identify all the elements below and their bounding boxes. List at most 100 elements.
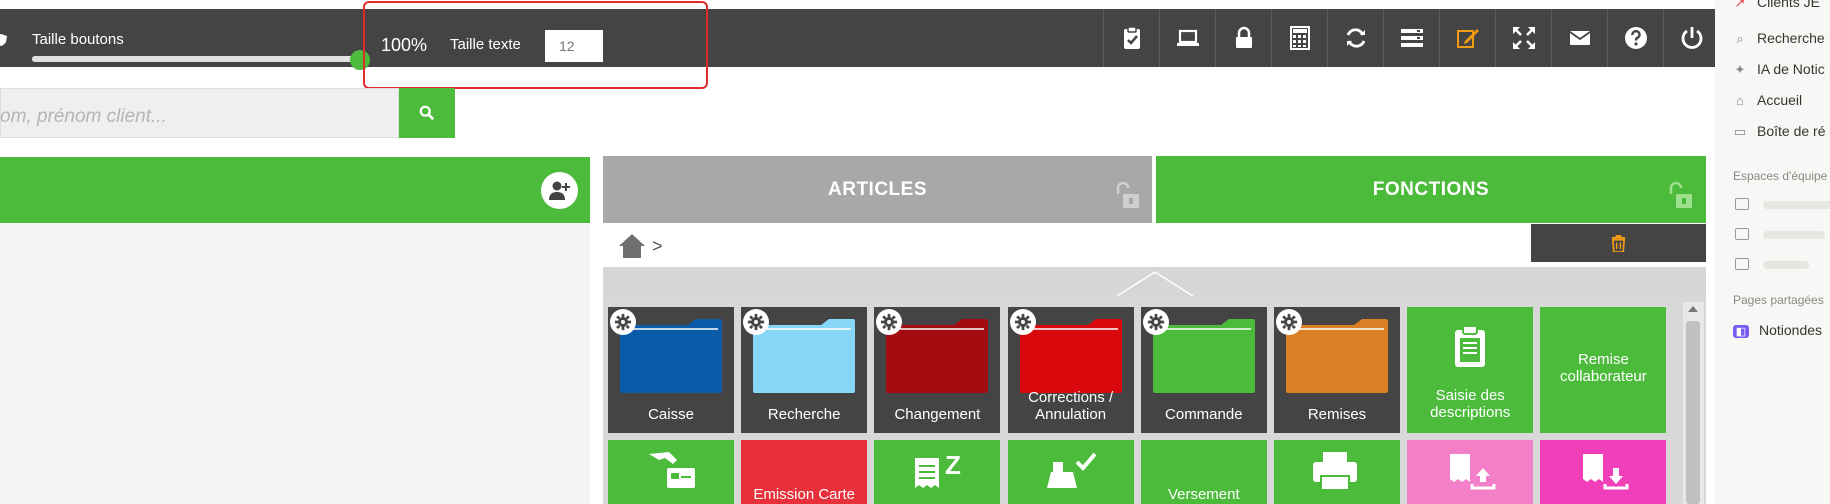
client-panel-header: [0, 157, 590, 223]
function-tile[interactable]: Remises: [1274, 307, 1400, 433]
function-tile[interactable]: Remise collaborateur: [1540, 307, 1667, 433]
tile-label: Emission Carte: [753, 486, 856, 503]
tile-icon: [1309, 448, 1361, 497]
teamspace-placeholder[interactable]: [1763, 261, 1809, 269]
gear-icon[interactable]: [1142, 309, 1169, 335]
function-tile[interactable]: [1274, 440, 1400, 504]
tile-label: Versement: [1167, 486, 1240, 503]
breadcrumb-separator: >: [652, 235, 663, 256]
envelope-icon[interactable]: [1551, 9, 1607, 67]
notion-sidebar: ↗ Clients JE ⌕ Recherche ✦ IA de Notic ⌂ Acc…: [1715, 0, 1830, 504]
folder-body: [1286, 329, 1388, 393]
expand-icon[interactable]: [1495, 9, 1551, 67]
client-panel-body: [0, 223, 590, 504]
notion-search[interactable]: ⌕ Recherche: [1733, 30, 1824, 47]
gear-icon[interactable]: [1276, 309, 1302, 335]
gear-icon[interactable]: [743, 309, 770, 335]
gear-glyph: [1280, 313, 1298, 331]
card-payment-glyph: [649, 452, 695, 488]
folder-body: [620, 329, 722, 393]
notion-shared-page[interactable]: ◧ Notiondes: [1733, 322, 1822, 338]
search-icon: [419, 105, 435, 121]
folder-body: [1019, 329, 1122, 393]
function-tile[interactable]: Z: [874, 440, 1001, 504]
receipt-upload-glyph: [1450, 454, 1496, 490]
clipboard-check-icon[interactable]: [1103, 9, 1159, 67]
cash-register-check-glyph: [1046, 452, 1097, 488]
tile-label: Saisie des descriptions: [1430, 387, 1511, 421]
function-tile[interactable]: Commande: [1140, 307, 1267, 433]
notion-top-item[interactable]: ↗ Clients JE: [1733, 0, 1820, 11]
delete-button[interactable]: [1531, 224, 1706, 262]
clipboard-icon: [1452, 325, 1488, 374]
trash-icon: [1611, 234, 1626, 252]
building-icon: [1735, 198, 1749, 210]
function-tile[interactable]: Recherche: [741, 307, 868, 433]
calculator-icon[interactable]: [1271, 9, 1327, 67]
tile-label: Remise collaborateur: [1560, 351, 1647, 385]
gear-glyph: [881, 313, 898, 331]
top-strip: [0, 0, 1715, 9]
scroll-thumb[interactable]: [1686, 321, 1700, 504]
tile-label: Changement: [894, 406, 981, 423]
gear-icon[interactable]: [1009, 309, 1036, 335]
scroll-up-arrow[interactable]: [1688, 306, 1698, 312]
folder-body: [886, 329, 989, 393]
search-button[interactable]: [399, 88, 455, 138]
shield-icon: [0, 33, 8, 47]
function-tile[interactable]: [1540, 440, 1667, 504]
tile-label: Commande: [1165, 406, 1243, 423]
gear-glyph: [748, 313, 765, 331]
highlight-box: [363, 1, 708, 89]
lock-icon[interactable]: [1215, 9, 1271, 67]
function-tile[interactable]: [1007, 440, 1134, 504]
sparkle-icon: ✦: [1734, 62, 1746, 77]
server-icon[interactable]: [1383, 9, 1439, 67]
grid-scroll-up-bar[interactable]: [603, 267, 1706, 297]
add-client-button[interactable]: [541, 172, 578, 209]
search-icon: ⌕: [1736, 31, 1744, 46]
edit-icon[interactable]: [1439, 9, 1495, 67]
teamspace-placeholder[interactable]: [1763, 201, 1830, 209]
laptop-icon[interactable]: [1159, 9, 1215, 67]
function-tile[interactable]: Versement: [1140, 440, 1267, 504]
pos-app: Taille boutons 100% Taille texte 12 om, …: [0, 0, 1830, 504]
question-icon[interactable]: [1607, 9, 1663, 67]
add-user-icon: [548, 181, 570, 200]
notion-section-shared: Pages partagées: [1733, 293, 1824, 307]
notion-home[interactable]: ⌂ Accueil: [1733, 92, 1802, 108]
notion-ai[interactable]: ✦ IA de Notic: [1733, 61, 1825, 78]
function-tile[interactable]: [1407, 440, 1534, 504]
tile-icon: [643, 448, 699, 497]
slider-fill: [32, 56, 362, 62]
tab-fonctions[interactable]: FONCTIONS: [1156, 156, 1706, 223]
notion-inbox[interactable]: ▭ Boîte de ré: [1733, 123, 1826, 140]
function-tile[interactable]: Saisie des descriptions: [1407, 307, 1534, 433]
printer-glyph: [1313, 452, 1357, 491]
power-icon[interactable]: [1663, 9, 1719, 67]
notion-section-teams: Espaces d'équipe: [1733, 169, 1828, 183]
home-icon[interactable]: [618, 233, 646, 259]
tile-icon: [1442, 448, 1498, 497]
tile-icon: [1575, 448, 1631, 497]
gear-icon[interactable]: [610, 309, 636, 335]
gear-glyph: [614, 313, 632, 331]
function-tile[interactable]: Emission Carte: [741, 440, 868, 504]
unlock-icon[interactable]: [1113, 181, 1143, 211]
function-tile[interactable]: Caisse: [608, 307, 734, 433]
teamspace-placeholder[interactable]: [1763, 231, 1825, 239]
folder-body: [753, 329, 856, 393]
client-search-placeholder: om, prénom client...: [0, 106, 167, 127]
unlock-icon[interactable]: [1666, 181, 1696, 211]
tab-articles[interactable]: ARTICLES: [603, 156, 1152, 223]
sync-icon[interactable]: [1327, 9, 1383, 67]
receipt-z-glyph: Z: [915, 450, 961, 488]
button-size-slider[interactable]: [32, 56, 362, 62]
breadcrumb: >: [618, 230, 663, 262]
function-tile[interactable]: Changement: [874, 307, 1001, 433]
function-tile[interactable]: [608, 440, 734, 504]
inbox-icon: ▭: [1733, 124, 1747, 139]
folder-body: [1152, 329, 1255, 393]
tile-icon: [1043, 448, 1103, 497]
function-tile[interactable]: Corrections / Annulation: [1007, 307, 1134, 433]
